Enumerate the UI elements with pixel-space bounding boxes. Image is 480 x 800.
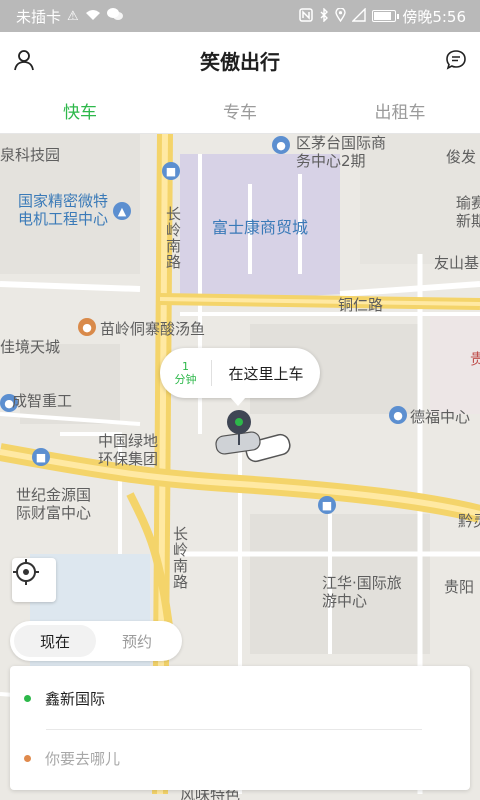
map-label-changling-south: 长岭南路 [171, 526, 189, 590]
battery-icon [372, 10, 400, 22]
pickup-callout[interactable]: 1 分钟 在这里上车 [160, 348, 320, 406]
service-tabs: 快车 专车 出租车 [0, 88, 480, 134]
destination-input[interactable]: 你要去哪儿 [45, 748, 120, 769]
pickup-dot-icon [24, 694, 31, 702]
poi-building-icon: ● [389, 406, 407, 424]
pickup-pin-stem [238, 433, 240, 445]
map-label-maotai: 区茅台国际商 务中心2期 [296, 134, 387, 170]
nfc-icon [299, 7, 314, 25]
map-label-tongren-road: 铜仁路 [338, 296, 384, 314]
crosshair-icon [13, 559, 39, 585]
destination-address-row[interactable]: 你要去哪儿 [10, 728, 470, 788]
map-label-youshan: 友山基 [434, 254, 480, 272]
pickup-address: 鑫新国际 [45, 689, 106, 708]
bluetooth-icon [319, 6, 329, 25]
battery-level [374, 12, 391, 20]
bus-stop-icon-3: ■ [318, 496, 336, 514]
page-title: 笑傲出行 [200, 49, 280, 74]
destination-dot-icon [24, 754, 31, 762]
tab-premier[interactable]: 专车 [160, 88, 320, 133]
carrier-text: 未插卡 [16, 7, 62, 26]
wifi-icon [85, 9, 101, 24]
map-label-gui: 贵 [470, 350, 480, 368]
map-label-junfa: 俊发 [446, 148, 477, 166]
now-option[interactable]: 现在 [14, 625, 96, 657]
map-label-lvdi-2: 环保集团 [98, 450, 159, 468]
poi-office-icon: ● [272, 136, 290, 154]
message-icon [446, 50, 466, 70]
sim-warning-icon: ⚠ [67, 8, 79, 24]
app-header: 笑傲出行 [0, 32, 480, 88]
map-label-guiyang: 贵阳 [444, 578, 475, 596]
map-label-tech-park: 泉科技园 [0, 146, 61, 164]
map-label-qian: 黔灵 [458, 512, 480, 530]
signal-icon [351, 6, 367, 25]
clock-text: 傍晚5:56 [402, 7, 466, 26]
map-label-chengzhi: 成智重工 [12, 392, 73, 410]
wechat-icon [106, 8, 123, 24]
map-label-changling-north: 长岭南路 [164, 206, 182, 270]
profile-button[interactable] [10, 46, 38, 74]
poi-restaurant-icon: ● [78, 318, 96, 336]
messages-button[interactable] [442, 46, 470, 74]
map-label-miaoling: 苗岭侗寨酸汤鱼 [100, 320, 206, 338]
map-label-yusai-2: 新期 [456, 212, 480, 230]
bus-stop-icon-2: ■ [32, 448, 50, 466]
bus-stop-icon: ■ [162, 162, 180, 180]
map-label-jianghua-2: 游中心 [322, 592, 368, 610]
map-label-fushikang: 富士康商贸城 [212, 218, 309, 237]
user-icon [14, 50, 34, 71]
pickup-address-row[interactable]: 鑫新国际 [10, 668, 470, 728]
pickup-pin-icon [227, 410, 251, 434]
map-label-precision-2: 电机工程中心 [18, 210, 109, 228]
tab-express[interactable]: 快车 [0, 88, 160, 133]
pickup-here-text: 在这里上车 [228, 364, 304, 383]
eta-badge: 1 分钟 [160, 360, 212, 386]
tab-taxi[interactable]: 出租车 [320, 88, 480, 133]
map-label-guijing: 佳境天城 [0, 338, 61, 356]
status-bar: 未插卡 ⚠ 傍晚5:56 [0, 0, 480, 32]
locate-me-button[interactable] [12, 558, 56, 602]
map-label-defu: 德福中心 [410, 408, 471, 426]
reserve-option[interactable]: 预约 [96, 625, 178, 657]
location-icon [335, 6, 347, 25]
map-view[interactable]: ■ ● ▲ ● ● ■ ■ ● 泉科技园 区茅台国际商 务中心2期 俊发 国家精… [0, 134, 480, 800]
eta-value: 1 [182, 360, 189, 373]
status-left: 未插卡 ⚠ [16, 6, 123, 27]
eta-unit: 分钟 [174, 373, 197, 386]
time-toggle: 现在 预约 [10, 621, 182, 661]
address-card: 鑫新国际 你要去哪儿 [10, 666, 470, 790]
status-right: 傍晚5:56 [299, 6, 466, 27]
map-label-shiji-2: 际财富中心 [16, 504, 92, 522]
car-icon [215, 431, 291, 463]
poi-bank-icon: ▲ [113, 202, 131, 220]
